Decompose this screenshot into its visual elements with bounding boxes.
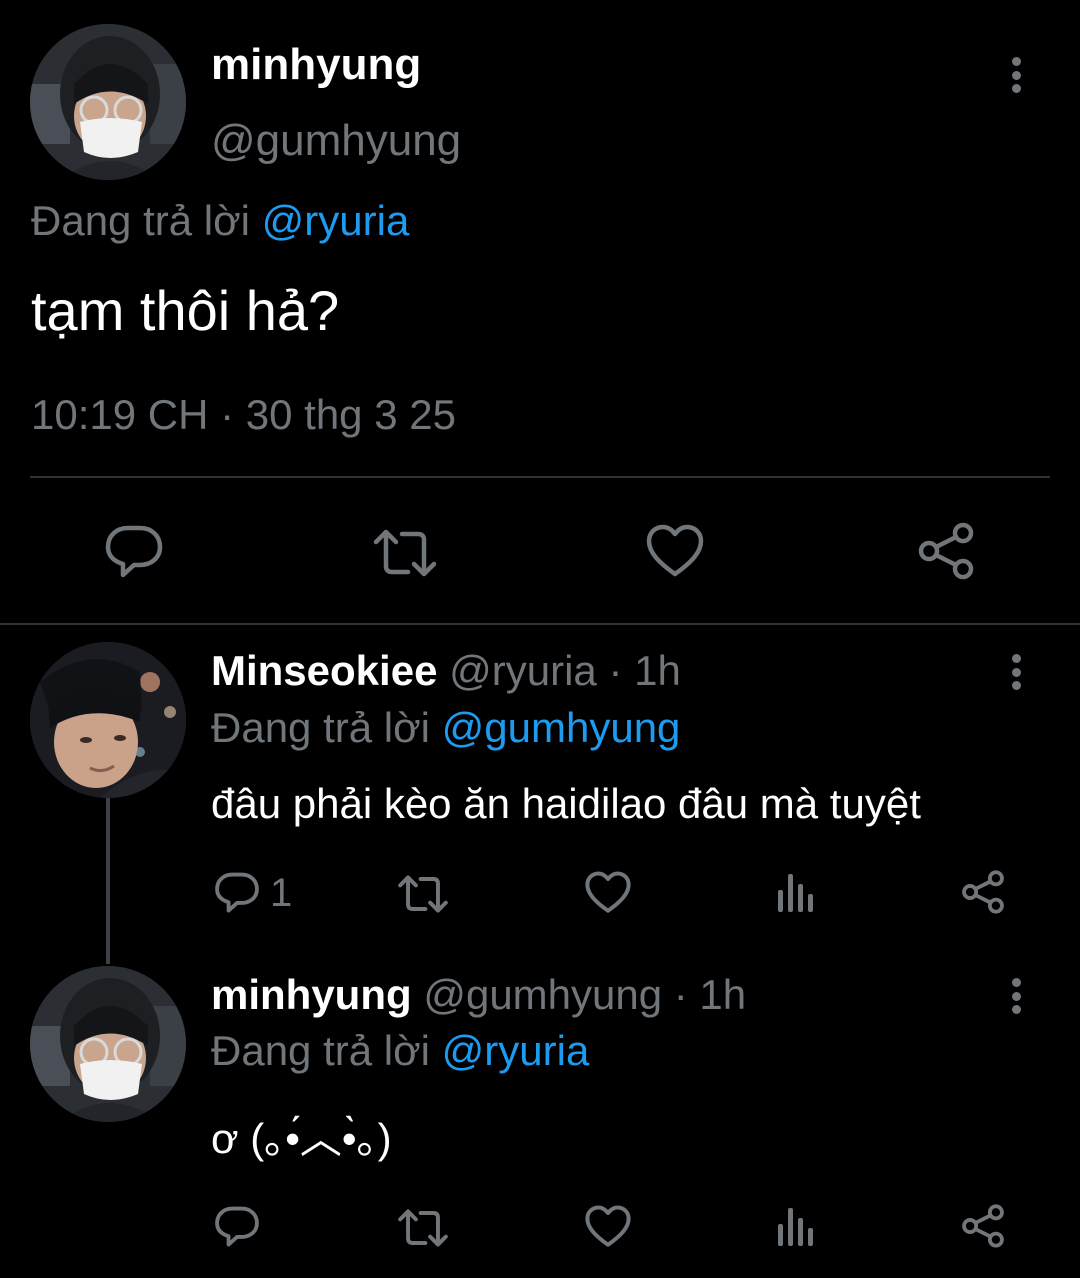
author-handle[interactable]: @gumhyung (211, 114, 461, 168)
reply-icon[interactable] (214, 870, 260, 916)
reply-count: 1 (270, 871, 293, 915)
tweet-text: tạm thôi hả? (31, 279, 340, 342)
more-options-icon[interactable] (1009, 57, 1023, 93)
tweet-timestamp[interactable]: 10:19 CH · 30 thg 3 25 (31, 388, 456, 442)
heart-icon[interactable] (585, 871, 631, 914)
thread-connector-line (106, 798, 110, 964)
reply-icon[interactable] (104, 522, 164, 582)
more-options-icon[interactable] (1009, 978, 1023, 1014)
author-name[interactable]: Minseokiee (211, 647, 437, 694)
divider (30, 476, 1050, 478)
retweet-icon[interactable] (372, 528, 438, 578)
reply-time[interactable]: · 1h (608, 647, 680, 694)
author-handle[interactable]: @ryuria (449, 647, 597, 694)
reply-context: Đang trả lời @gumhyung (211, 701, 680, 755)
views-icon[interactable] (776, 870, 816, 914)
avatar[interactable] (30, 24, 186, 180)
heart-icon[interactable] (585, 1205, 631, 1248)
more-options-icon[interactable] (1009, 654, 1023, 690)
views-icon[interactable] (776, 1204, 816, 1248)
share-icon[interactable] (960, 1204, 1006, 1248)
heart-icon[interactable] (646, 524, 704, 578)
reply-context: Đang trả lời @ryuria (31, 194, 409, 248)
retweet-icon[interactable] (397, 1208, 449, 1248)
avatar[interactable] (30, 966, 186, 1122)
reply-icon[interactable] (214, 1204, 260, 1250)
share-icon[interactable] (960, 870, 1006, 914)
reply-mention[interactable]: @ryuria (442, 1027, 590, 1074)
reply-prefix: Đang trả lời (211, 704, 430, 751)
reply-context: Đang trả lời @ryuria (211, 1024, 589, 1078)
reply-header: minhyung @gumhyung · 1h (211, 968, 746, 1022)
share-icon[interactable] (916, 522, 976, 580)
author-name[interactable]: minhyung (211, 971, 412, 1018)
reply-header: Minseokiee @ryuria · 1h (211, 644, 681, 698)
reply-time[interactable]: · 1h (674, 971, 746, 1018)
reply-prefix: Đang trả lời (31, 197, 250, 244)
tweet-text: ơ (｡•́︿•̀｡) (211, 1115, 392, 1162)
author-handle[interactable]: @gumhyung (423, 971, 662, 1018)
author-name[interactable]: minhyung (211, 38, 421, 92)
retweet-icon[interactable] (397, 874, 449, 914)
reply-mention[interactable]: @gumhyung (442, 704, 681, 751)
avatar[interactable] (30, 642, 186, 798)
tweet-text: đâu phải kèo ăn haidilao đâu mà tuyệt (211, 780, 921, 827)
reply-mention[interactable]: @ryuria (262, 197, 410, 244)
reply-prefix: Đang trả lời (211, 1027, 430, 1074)
section-divider (0, 623, 1080, 625)
